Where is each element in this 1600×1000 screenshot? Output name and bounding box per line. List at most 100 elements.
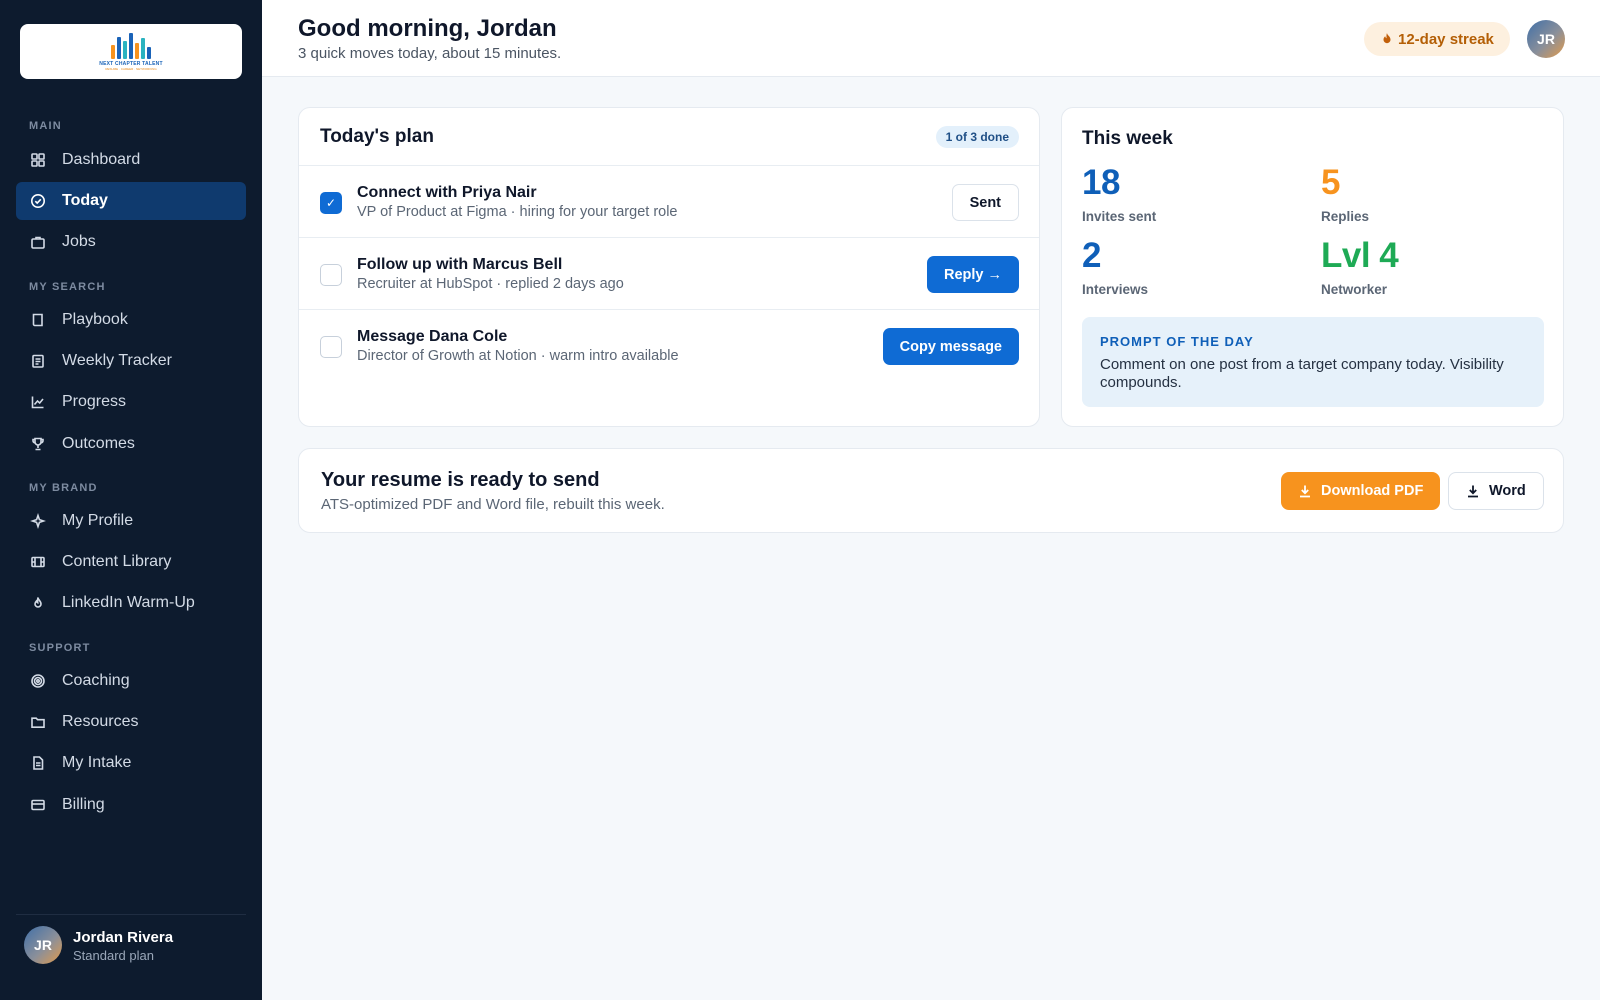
task-title: Connect with Priya Nair [357,184,537,201]
logo-tagline: RESUME · CAREER · NETWORKING [105,66,157,71]
sidebar-item-label: Dashboard [62,151,141,168]
task-subtitle: VP of Product at Figma · hiring for your… [357,204,678,220]
sent-button[interactable]: Sent [951,184,1019,221]
logo-mark-icon [111,32,151,59]
download-word-label: Word [1489,483,1526,499]
trophy-icon [30,436,46,452]
user-avatar[interactable]: JR [24,926,62,964]
streak-label: 12-day streak [1398,30,1494,48]
task-note: hiring for your target role [519,204,678,220]
sidebar-item-label: Resources [62,713,139,730]
todays-plan-card: Today's plan 1 of 3 done ✓ Connect with … [298,107,1040,427]
download-icon [1468,485,1478,498]
sidebar-item-label: Weekly Tracker [62,352,172,369]
resume-subtitle: ATS-optimized PDF and Word file, rebuilt… [321,496,665,513]
sidebar-item-today[interactable]: Today [16,182,246,220]
check-circle-icon [30,193,46,209]
prompt-of-the-day: PROMPT OF THE DAY Comment on one post fr… [1082,317,1544,407]
sparkle-icon [30,513,46,529]
task-row: ✓ Connect with Priya Nair VP of Product … [299,166,1039,238]
user-name: Jordan Rivera [73,929,174,946]
sidebar-item-playbook[interactable]: Playbook [16,301,246,339]
sidebar-item-label: Coaching [62,672,130,689]
sidebar-item-my-profile[interactable]: My Profile [16,502,246,540]
task-row: Follow up with Marcus Bell Recruiter at … [299,238,1039,310]
user-plan: Standard plan [73,948,154,963]
briefcase-icon [30,234,46,250]
film-icon [30,554,46,570]
stat-invites-label: Invites sent [1082,209,1157,224]
sidebar-item-resources[interactable]: Resources [16,703,246,741]
sidebar-item-billing[interactable]: Billing [16,786,246,824]
page-title: Good morning, Jordan [298,15,557,42]
task-role: Director of Growth at Notion [357,348,537,364]
stat-interviews-value: 2 [1082,236,1101,275]
nav-section-my-brand: MY BRAND [29,482,98,494]
sidebar-item-label: Outcomes [62,435,135,452]
sidebar-item-label: LinkedIn Warm-Up [62,594,195,611]
stat-interviews-label: Interviews [1082,282,1149,297]
sidebar-item-weekly-tracker[interactable]: Weekly Tracker [16,342,246,380]
this-week-card: This week 18 Invites sent 5 Replies 2 In… [1061,107,1564,427]
folder-icon [30,714,46,730]
sidebar-item-label: Playbook [62,311,128,328]
plan-header: Today's plan 1 of 3 done [299,108,1039,166]
task-checkbox[interactable] [320,336,342,358]
streak-badge: 12-day streak [1364,22,1510,56]
nav-section-support: SUPPORT [29,642,91,654]
download-pdf-label: Download PDF [1321,483,1424,499]
reply-button[interactable]: Reply → [926,256,1019,293]
task-role: VP of Product at Figma [357,204,507,220]
sidebar-item-content-library[interactable]: Content Library [16,543,246,581]
flame-icon [1383,33,1391,44]
task-subtitle: Director of Growth at Notion · warm intr… [357,348,679,364]
task-subtitle: Recruiter at HubSpot · replied 2 days ag… [357,276,624,292]
task-row: Message Dana Cole Director of Growth at … [299,310,1039,382]
task-title: Follow up with Marcus Bell [357,256,563,273]
task-checkbox[interactable] [320,264,342,286]
sidebar-item-label: Progress [62,393,127,410]
week-title: This week [1082,128,1173,149]
brand-logo[interactable]: NEXT CHAPTER TALENT RESUME · CAREER · NE… [20,24,242,79]
sidebar-item-jobs[interactable]: Jobs [16,223,246,261]
sidebar-item-outcomes[interactable]: Outcomes [16,425,246,463]
grid-icon [30,152,46,168]
credit-card-icon [30,797,46,813]
sidebar-item-label: Jobs [62,233,96,250]
sidebar-item-label: Today [62,192,108,209]
nav-section-my-search: MY SEARCH [29,281,106,293]
clipboard-icon [30,353,46,369]
sidebar-item-linkedin-warm-up[interactable]: LinkedIn Warm-Up [16,584,246,622]
download-pdf-button[interactable]: Download PDF [1281,472,1441,510]
plan-title: Today's plan [320,126,434,147]
sidebar-item-label: My Intake [62,754,132,771]
flame-icon [30,595,46,611]
sidebar-item-coaching[interactable]: Coaching [16,662,246,700]
sidebar-divider [16,914,246,915]
sidebar-item-dashboard[interactable]: Dashboard [16,141,246,179]
sidebar: NEXT CHAPTER TALENT RESUME · CAREER · NE… [0,0,262,1000]
download-word-button[interactable]: Word [1448,472,1544,510]
sidebar-item-progress[interactable]: Progress [16,383,246,421]
sidebar-item-my-intake[interactable]: My Intake [16,744,246,782]
download-icon [1300,485,1310,498]
stat-replies-label: Replies [1321,209,1370,224]
nav-section-main: MAIN [29,120,62,132]
book-icon [30,312,46,328]
task-checkbox[interactable]: ✓ [320,192,342,214]
document-icon [30,755,46,771]
sidebar-item-label: Content Library [62,553,172,570]
resume-title: Your resume is ready to send [321,469,600,491]
prompt-heading: PROMPT OF THE DAY [1100,334,1254,349]
avatar[interactable]: JR [1527,20,1565,58]
prompt-text: Comment on one post from a target compan… [1100,356,1504,391]
task-note: warm intro available [549,348,679,364]
target-icon [30,673,46,689]
resume-card: Your resume is ready to send ATS-optimiz… [298,448,1564,533]
status-badge: 1 of 3 done [935,126,1019,148]
task-role: Recruiter at HubSpot [357,276,493,292]
stat-invites-value: 18 [1082,163,1120,202]
stat-replies-value: 5 [1321,163,1340,202]
copy-message-button[interactable]: Copy message [882,328,1019,365]
page-subtitle: 3 quick moves today, about 15 minutes. [298,45,562,62]
